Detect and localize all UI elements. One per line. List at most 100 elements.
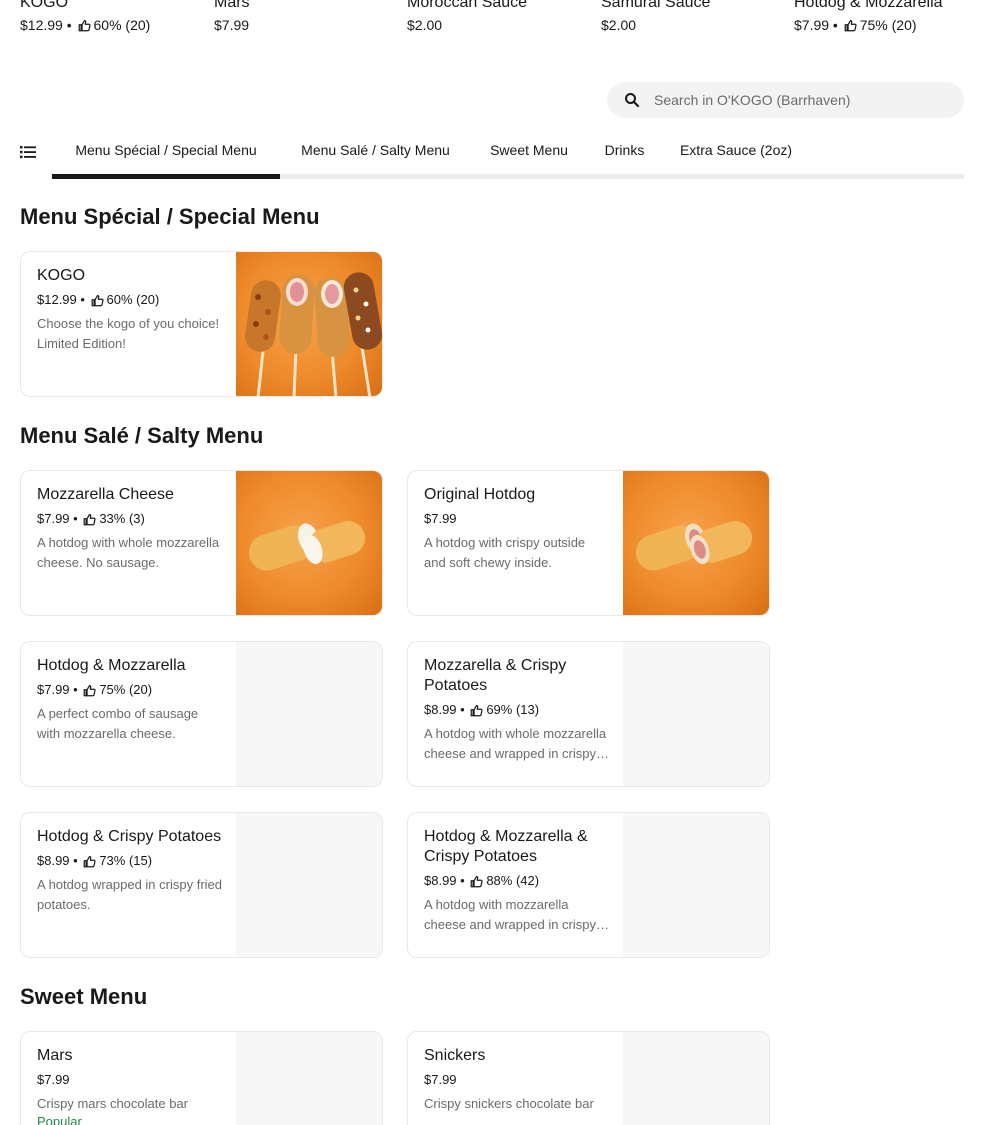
separator: • (456, 873, 469, 888)
featured-item-name: Moroccan Sauce (407, 0, 528, 11)
item-rating: 75% (20) (99, 682, 153, 697)
popular-badge: Popular (37, 1114, 82, 1125)
section-title-salty: Menu Salé / Salty Menu (20, 423, 264, 448)
thumbs-up-icon (78, 19, 91, 31)
item-price: $7.99 (37, 1072, 70, 1087)
item-description: Choose the kogo of you choice! Limited E… (37, 316, 220, 351)
item-rating: 69% (13) (486, 702, 540, 717)
item-meta: $8.99 • 88% (42) (424, 872, 610, 890)
featured-item-rating: 60% (20) (93, 17, 151, 33)
tab-extra-sauce[interactable]: Extra Sauce (2oz) (678, 132, 794, 174)
menu-item-card[interactable]: Snickers $7.99 Crispy snickers chocolate… (407, 1031, 770, 1125)
item-image-placeholder (236, 1032, 382, 1125)
item-meta: $12.99 • 60% (20) (37, 291, 223, 309)
separator: • (62, 17, 76, 33)
featured-item-price: $12.99 (20, 17, 63, 33)
item-price: $7.99 (424, 1072, 457, 1087)
item-image-kogo (236, 252, 382, 396)
item-price: $12.99 (37, 292, 77, 307)
featured-item-meta: $12.99 • 60% (20) (20, 16, 200, 34)
menu-item-card[interactable]: Mozzarella & Crispy Potatoes $8.99 • 69%… (407, 641, 770, 787)
featured-item-name: Hotdog & Mozzarella (794, 0, 943, 11)
separator: • (69, 511, 82, 526)
item-rating: 60% (20) (106, 292, 160, 307)
item-description: A hotdog wrapped in crispy fried potatoe… (37, 877, 222, 912)
item-image-placeholder (623, 813, 769, 957)
featured-item[interactable]: Hotdog & Mozzarella $7.99 • 75% (20) (794, 0, 964, 34)
item-name: Snickers (424, 1047, 486, 1064)
thumbs-up-icon (91, 294, 104, 306)
item-rating: 33% (3) (99, 511, 145, 526)
item-price: $8.99 (424, 702, 457, 717)
tab-drinks[interactable]: Drinks (603, 132, 646, 174)
item-meta: $8.99 • 69% (13) (424, 701, 610, 719)
card-text: Hotdog & Mozzarella $7.99 • 75% (20) A p… (37, 656, 223, 744)
item-rating: 73% (15) (99, 853, 153, 868)
list-icon[interactable] (20, 144, 36, 160)
item-meta: $7.99 • 75% (20) (37, 681, 223, 699)
thumbs-up-icon (83, 684, 96, 696)
item-meta: $7.99 (424, 1071, 610, 1089)
card-text: Hotdog & Crispy Potatoes $8.99 • 73% (15… (37, 827, 223, 915)
tab-bar: Menu Spécial / Special Menu Menu Salé / … (52, 132, 964, 179)
menu-item-card[interactable]: Hotdog & Mozzarella $7.99 • 75% (20) A p… (20, 641, 383, 787)
store-search[interactable] (607, 82, 964, 118)
menu-item-card[interactable]: Hotdog & Mozzarella & Crispy Potatoes $8… (407, 812, 770, 958)
menu-item-card[interactable]: Mozzarella Cheese $7.99 • 33% (3) A hotd… (20, 470, 383, 616)
menu-item-card[interactable]: KOGO $12.99 • 60% (20) Choose the kogo o… (20, 251, 383, 397)
featured-item[interactable]: Samurai Sauce $2.00 (601, 0, 781, 34)
featured-item[interactable]: Moroccan Sauce $2.00 (407, 0, 587, 34)
card-text: Original Hotdog $7.99 A hotdog with cris… (424, 485, 610, 573)
thumbs-up-icon (844, 19, 857, 31)
featured-carousel: KOGO $12.99 • 60% (20) Mars $7.99 Morocc… (20, 0, 964, 34)
item-description: A hotdog with crispy outside and soft ch… (424, 535, 586, 570)
menu-item-card[interactable]: Mars $7.99 Crispy mars chocolate bar Pop… (20, 1031, 383, 1125)
tab-special-menu[interactable]: Menu Spécial / Special Menu (52, 132, 280, 179)
tab-sweet-menu[interactable]: Sweet Menu (487, 132, 571, 174)
menu-item-card[interactable]: Original Hotdog $7.99 A hotdog with cris… (407, 470, 770, 616)
featured-item-rating: 75% (20) (859, 17, 917, 33)
menu-item-card[interactable]: Hotdog & Crispy Potatoes $8.99 • 73% (15… (20, 812, 383, 958)
item-price: $8.99 (37, 853, 70, 868)
thumbs-up-icon (83, 513, 96, 525)
thumbs-up-icon (83, 855, 96, 867)
item-description: A hotdog with whole mozzarella cheese. N… (37, 535, 220, 570)
item-price: $7.99 (37, 682, 70, 697)
item-price: $7.99 (424, 511, 457, 526)
featured-item[interactable]: KOGO $12.99 • 60% (20) (20, 0, 200, 34)
featured-item-price: $7.99 (214, 17, 250, 33)
card-text: KOGO $12.99 • 60% (20) Choose the kogo o… (37, 266, 223, 354)
separator: • (829, 17, 842, 33)
thumbs-up-icon (470, 704, 483, 716)
item-description: A hotdog with mozzarella cheese and wrap… (424, 897, 596, 932)
separator: • (69, 682, 82, 697)
card-text: Mozzarella & Crispy Potatoes $8.99 • 69%… (424, 656, 610, 764)
item-image-original-hotdog (623, 471, 769, 615)
item-name: Mozzarella & Crispy Potatoes (424, 657, 567, 694)
featured-item-name: Mars (214, 0, 250, 11)
item-name: Mozzarella Cheese (37, 486, 174, 503)
card-text: Mars $7.99 Crispy mars chocolate bar Pop… (37, 1046, 223, 1125)
card-text: Mozzarella Cheese $7.99 • 33% (3) A hotd… (37, 485, 223, 573)
search-input[interactable] (654, 92, 934, 108)
item-name: Hotdog & Crispy Potatoes (37, 828, 222, 845)
item-description: A hotdog with whole mozzarella cheese an… (424, 726, 607, 761)
featured-item-name: Samurai Sauce (601, 0, 711, 11)
card-text: Snickers $7.99 Crispy snickers chocolate… (424, 1046, 610, 1114)
item-name: Hotdog & Mozzarella & Crispy Potatoes (424, 828, 588, 865)
tab-salty-menu[interactable]: Menu Salé / Salty Menu (296, 132, 455, 174)
category-tabs: Menu Spécial / Special Menu Menu Salé / … (20, 132, 964, 180)
featured-item-meta: $2.00 (601, 16, 781, 34)
item-price: $8.99 (424, 873, 457, 888)
section-title-sweet: Sweet Menu (20, 984, 148, 1009)
featured-item-name: KOGO (20, 0, 69, 11)
separator: • (456, 702, 469, 717)
section-title-special: Menu Spécial / Special Menu (20, 204, 320, 229)
item-image-mozzarella-cheese (236, 471, 382, 615)
featured-item[interactable]: Mars $7.99 (214, 0, 394, 34)
item-image-placeholder (623, 1032, 769, 1125)
item-description: Crispy snickers chocolate bar (424, 1096, 594, 1111)
featured-item-price: $7.99 (794, 17, 830, 33)
item-description: A perfect combo of sausage with mozzarel… (37, 706, 199, 741)
item-image-placeholder (623, 642, 769, 786)
